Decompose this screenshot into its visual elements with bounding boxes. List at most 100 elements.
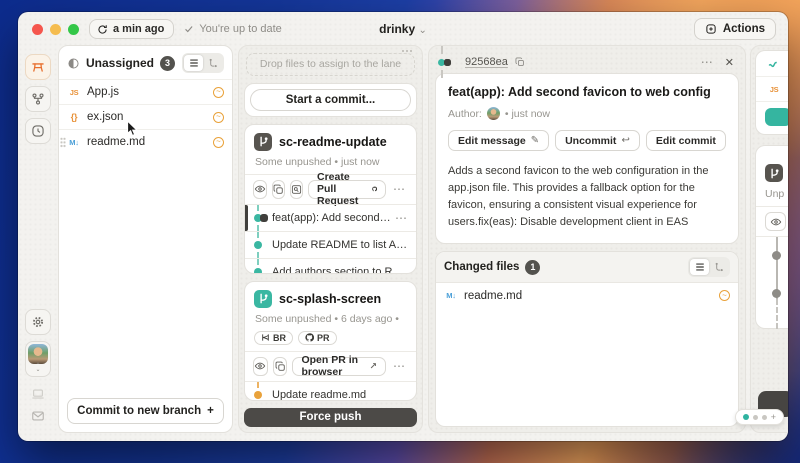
- branch-pills: BR PR: [254, 331, 407, 345]
- next-lane-strip[interactable]: JS Unp: [750, 45, 788, 433]
- left-rail: ⌃ ⌄: [18, 46, 58, 441]
- lane-drag-handle[interactable]: [401, 49, 414, 54]
- branch-card-sc-splash-screen: sc-splash-screen Some unpushed • 6 days …: [244, 281, 417, 401]
- pull-request-pill[interactable]: PR: [298, 331, 337, 345]
- file-row-exjson[interactable]: {} ex.json ~: [59, 104, 232, 129]
- settings-button[interactable]: [25, 309, 51, 335]
- modified-status-icon: ~: [213, 87, 224, 98]
- branches-tab[interactable]: [25, 86, 51, 112]
- history-tab[interactable]: [25, 118, 51, 144]
- eye-icon: [254, 183, 266, 195]
- commit-to-new-branch-label: Commit to new branch: [77, 405, 201, 417]
- review-details-button[interactable]: [290, 180, 303, 199]
- list-view-button[interactable]: [690, 259, 709, 275]
- copy-branch-button[interactable]: [273, 357, 288, 376]
- commit-row-selected[interactable]: feat(app): Add second favico... ⋯: [245, 204, 416, 231]
- branch-name: sc-readme-update: [279, 135, 387, 149]
- review-button[interactable]: [253, 180, 267, 199]
- commit-dot: [254, 391, 262, 399]
- changed-file-row[interactable]: M↓ readme.md ~: [436, 283, 738, 308]
- commit-to-new-branch-button[interactable]: Commit to new branch +: [67, 398, 224, 424]
- edit-message-button[interactable]: Edit message ✎: [448, 130, 549, 151]
- pencil-icon: ✎: [531, 135, 539, 146]
- copy-sha-icon[interactable]: [515, 57, 525, 67]
- file-dropzone[interactable]: Drop files to assign to the lane: [246, 53, 415, 76]
- branch-header[interactable]: Unp: [756, 156, 788, 206]
- commit-more-button[interactable]: ⋯: [393, 211, 410, 225]
- branch-ref-icon: [261, 333, 270, 342]
- branches-icon: [31, 92, 45, 106]
- selected-commit-marker: [444, 59, 451, 66]
- lane-dot[interactable]: [762, 415, 767, 420]
- copy-branch-button[interactable]: [272, 180, 285, 199]
- teal-file-icon: [767, 58, 779, 70]
- close-window-button[interactable]: [32, 24, 43, 35]
- commit-sha-link[interactable]: 92568ea: [465, 56, 508, 68]
- pr-label: PR: [317, 333, 330, 343]
- edit-commit-label: Edit commit: [656, 135, 716, 147]
- file-row[interactable]: [756, 101, 788, 126]
- desktop: { "titlebar": { "fetch_time": "a min ago…: [0, 0, 800, 463]
- uncommit-label: Uncommit: [565, 135, 616, 147]
- lane-dot-active[interactable]: [743, 414, 749, 420]
- file-row-readmemd[interactable]: M↓ readme.md ~: [59, 129, 232, 154]
- close-details-button[interactable]: ✕: [723, 56, 736, 69]
- chevron-down-icon: ⌄: [418, 25, 426, 36]
- drag-handle-icon[interactable]: [60, 137, 66, 148]
- start-commit-card: Start a commit...: [244, 83, 417, 117]
- add-lane-button[interactable]: +: [771, 412, 776, 422]
- file-name: readme.md: [87, 136, 145, 148]
- markdown-file-icon: M↓: [444, 291, 458, 300]
- tree-view-button[interactable]: [709, 259, 728, 275]
- commit-actions: Edit message ✎ Uncommit ↩ Edit commit: [448, 130, 726, 151]
- device-button[interactable]: [31, 387, 45, 401]
- review-button[interactable]: [765, 212, 786, 231]
- branch-ref-pill[interactable]: BR: [254, 331, 293, 345]
- review-button[interactable]: [253, 357, 268, 376]
- lane-dot[interactable]: [753, 415, 758, 420]
- magnifier-icon: [291, 184, 302, 195]
- zoom-window-button[interactable]: [68, 24, 79, 35]
- unassigned-header: Unassigned 3: [59, 46, 232, 79]
- branch-badge-icon: [765, 164, 783, 182]
- create-pull-request-button[interactable]: Create Pull Request: [308, 180, 386, 199]
- tree-view-button[interactable]: [203, 55, 222, 71]
- branch-meta: Some unpushed • 6 days ago •: [255, 313, 407, 325]
- branch-more-button[interactable]: ⋯: [391, 182, 408, 196]
- edit-commit-button[interactable]: Edit commit: [646, 130, 726, 151]
- branch-header[interactable]: sc-splash-screen Some unpushed • 6 days …: [245, 282, 416, 351]
- commit-dot: [254, 241, 262, 249]
- force-push-button[interactable]: Force push: [244, 408, 417, 427]
- file-row-appjs[interactable]: JS App.js ~: [59, 79, 232, 104]
- branch-header[interactable]: sc-readme-update Some unpushed • just no…: [245, 125, 416, 174]
- profile-switcher[interactable]: ⌃ ⌄: [25, 341, 51, 377]
- start-commit-button[interactable]: Start a commit...: [250, 89, 411, 111]
- branch-more-button[interactable]: ⋯: [391, 359, 408, 373]
- mail-icon: [31, 409, 45, 423]
- list-icon: [189, 58, 199, 68]
- list-view-button[interactable]: [184, 55, 203, 71]
- assigned-files-card: JS: [755, 50, 788, 135]
- file-name: App.js: [87, 86, 119, 98]
- commit-row[interactable]: Update README to list Anne as pr...: [245, 231, 416, 258]
- file-row[interactable]: JS: [756, 76, 788, 101]
- details-more-button[interactable]: ⋯: [699, 55, 716, 69]
- workspace-tab[interactable]: [25, 54, 51, 80]
- open-pr-in-browser-button[interactable]: Open PR in browser ↗: [292, 357, 386, 376]
- actions-button[interactable]: Actions: [694, 18, 776, 40]
- commit-message: Update readme.md: [272, 389, 410, 401]
- uncommit-button[interactable]: Uncommit ↩: [555, 130, 640, 151]
- create-pull-request-label: Create Pull Request: [317, 171, 367, 207]
- minimize-window-button[interactable]: [50, 24, 61, 35]
- fetch-button[interactable]: a min ago: [89, 19, 174, 39]
- modified-status-icon: ~: [719, 290, 730, 301]
- file-row[interactable]: [756, 51, 788, 76]
- commit-row[interactable]: Update readme.md: [245, 381, 416, 401]
- feedback-button[interactable]: [31, 409, 45, 423]
- commit-graph: [245, 382, 272, 401]
- commit-row[interactable]: Add authors section to README file: [245, 258, 416, 274]
- branch-toolbar: [756, 206, 788, 236]
- author-avatar: [487, 107, 500, 120]
- file-name: readme.md: [464, 290, 522, 302]
- branch-toolbar: Open PR in browser ↗ ⋯: [245, 351, 416, 381]
